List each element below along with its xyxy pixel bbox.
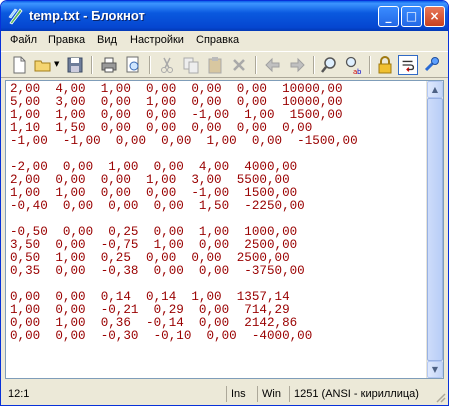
menu-settings[interactable]: Настройки	[130, 34, 184, 46]
forward-icon[interactable]	[287, 55, 307, 75]
toolbar-separator	[149, 56, 151, 74]
open-dropdown-arrow-icon[interactable]: ▼	[54, 60, 59, 68]
lock-icon[interactable]	[375, 55, 395, 75]
svg-text:b: b	[357, 68, 362, 75]
text-line[interactable]: 0,00 0,00 0,14 0,14 1,00 1357,14	[10, 290, 290, 304]
text-area[interactable]: 2,00 4,00 1,00 0,00 0,00 0,00 10000,00 5…	[6, 81, 427, 378]
find-icon[interactable]	[319, 55, 339, 75]
menu-help[interactable]: Справка	[196, 34, 239, 46]
window-title: temp.txt - Блокнот	[29, 8, 145, 23]
delete-icon[interactable]	[229, 55, 249, 75]
settings-icon[interactable]	[422, 55, 442, 75]
paste-icon[interactable]	[205, 55, 225, 75]
copy-icon[interactable]	[181, 55, 201, 75]
maximize-button[interactable]: □	[401, 6, 422, 27]
text-line[interactable]: 3,50 0,00 -0,75 1,00 0,00 2500,00	[10, 238, 297, 252]
back-icon[interactable]	[263, 55, 283, 75]
text-line[interactable]: 0,00 1,00 0,36 -0,14 0,00 2142,86	[10, 316, 297, 330]
text-line[interactable]: -0,50 0,00 0,25 0,00 1,00 1000,00	[10, 225, 297, 239]
text-line[interactable]: 5,00 3,00 0,00 1,00 0,00 0,00 10000,00	[10, 95, 343, 109]
scroll-up-button[interactable]: ▲	[427, 81, 443, 98]
resize-grip-icon[interactable]	[434, 391, 446, 403]
insert-mode: Ins	[226, 386, 254, 402]
open-folder-icon[interactable]	[33, 55, 53, 75]
print-preview-icon[interactable]	[123, 55, 143, 75]
word-wrap-icon[interactable]	[398, 55, 418, 75]
text-line[interactable]: -2,00 0,00 1,00 0,00 4,00 4000,00	[10, 160, 297, 174]
text-line[interactable]: 2,00 4,00 1,00 0,00 0,00 0,00 10000,00	[10, 82, 343, 96]
new-file-icon[interactable]	[9, 55, 29, 75]
toolbar-separator	[255, 56, 257, 74]
text-line[interactable]: -1,00 -1,00 0,00 0,00 1,00 0,00 -1500,00	[10, 134, 358, 148]
scrollbar-thumb[interactable]	[427, 98, 443, 361]
text-line[interactable]: 1,00 0,00 -0,21 0,29 0,00 714,29	[10, 303, 290, 317]
notepad-app-icon	[8, 8, 23, 25]
cut-icon[interactable]	[157, 55, 177, 75]
title-bar[interactable]: temp.txt - Блокнот _ □ ×	[1, 1, 448, 31]
text-line[interactable]: 1,00 1,00 0,00 0,00 -1,00 1,00 1500,00	[10, 108, 343, 122]
notepad-window: temp.txt - Блокнот _ □ × Файл Правка Вид…	[0, 0, 449, 406]
minimize-button[interactable]: _	[378, 6, 399, 27]
text-line[interactable]: 2,00 0,00 0,00 1,00 3,00 5500,00	[10, 173, 290, 187]
scroll-down-button[interactable]: ▼	[427, 361, 443, 378]
text-line[interactable]: 0,50 1,00 0,25 0,00 0,00 2500,00	[10, 251, 290, 265]
text-line[interactable]: 1,10 1,50 0,00 0,00 0,00 0,00 0,00	[10, 121, 312, 135]
vertical-scrollbar[interactable]: ▲ ▼	[426, 81, 443, 378]
menu-edit[interactable]: Правка	[48, 34, 85, 46]
toolbar: ▼ ab	[1, 51, 448, 78]
toolbar-separator	[369, 56, 371, 74]
toolbar-separator	[313, 56, 315, 74]
toolbar-separator	[91, 56, 93, 74]
menu-view[interactable]: Вид	[97, 34, 117, 46]
text-line[interactable]: 1,00 1,00 0,00 0,00 -1,00 1500,00	[10, 186, 297, 200]
text-line[interactable]: 0,35 0,00 -0,38 0,00 0,00 -3750,00	[10, 264, 305, 278]
save-icon[interactable]	[65, 55, 85, 75]
close-button[interactable]: ×	[424, 6, 445, 27]
cursor-position: 12:1	[8, 388, 30, 400]
status-bar: 12:1 Ins Win 1251 (ANSI - кириллица)	[1, 383, 448, 405]
menu-file[interactable]: Файл	[10, 34, 37, 46]
text-line[interactable]: 0,00 0,00 -0,30 -0,10 0,00 -4000,00	[10, 329, 312, 343]
menu-bar: Файл Правка Вид Настройки Справка	[1, 31, 448, 51]
replace-icon[interactable]: ab	[343, 55, 363, 75]
text-line[interactable]: -0,40 0,00 0,00 0,00 1,50 -2250,00	[10, 199, 305, 213]
line-ending: Win	[257, 386, 287, 402]
encoding: 1251 (ANSI - кириллица)	[289, 386, 434, 402]
document-content[interactable]: 2,00 4,00 1,00 0,00 0,00 0,00 10000,00 5…	[6, 81, 427, 343]
text-editor[interactable]: 2,00 4,00 1,00 0,00 0,00 0,00 10000,00 5…	[5, 80, 444, 379]
print-icon[interactable]	[99, 55, 119, 75]
